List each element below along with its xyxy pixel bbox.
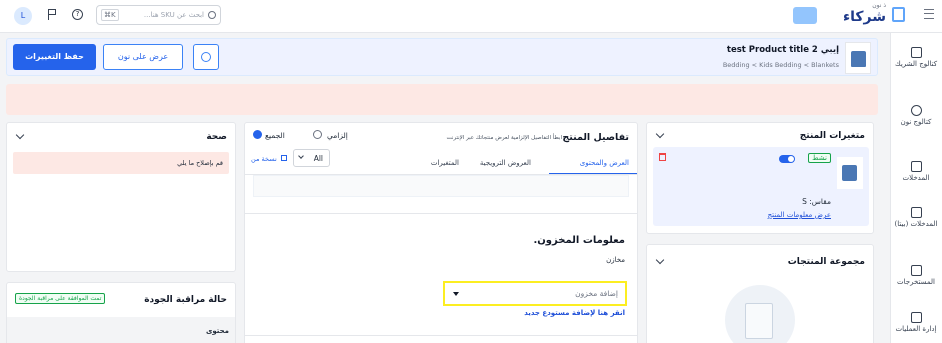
health-card: صحة قم بإصلاح ما يلي [6,122,236,272]
warehouse-label: مخازن [606,256,625,264]
search-box[interactable]: ابحث عن SKU هنا... ⌘K [96,5,221,25]
health-alert: قم بإصلاح ما يلي [13,152,229,174]
help-icon[interactable]: ? [72,9,83,20]
copy-from-button[interactable]: نسخة من [251,155,287,163]
workflow-icon [910,312,922,323]
history-button[interactable] [193,44,219,70]
store-icon [910,47,922,58]
quality-row-label: محتوى [205,327,229,335]
inventory-title: معلومات المخزون. [533,235,625,246]
flag-icon[interactable] [48,9,58,20]
sidebar-item-noon-catalog[interactable]: كتالوج نون [890,105,942,126]
sidebar-item-label: كتالوج الشريك [894,60,938,68]
inbox-icon [910,161,922,172]
chevron-down-icon [298,153,304,159]
product-group-title: مجموعة المنتجات [787,257,865,267]
tshirt-icon [851,51,866,67]
all-select-value: All [313,154,323,163]
chevron-down-icon[interactable] [655,129,665,139]
health-alert-text: قم بإصلاح ما يلي [177,159,223,167]
section-divider [245,213,637,214]
sidebar-item-label: المستخرجات [897,278,935,286]
tag-icon [910,105,922,116]
menu-icon[interactable] [924,9,934,19]
product-group-card: مجموعة المنتجات [646,244,874,343]
tab-promotions[interactable]: العروض الترويجية [480,159,531,167]
all-select[interactable]: All [293,149,330,167]
sidebar-item-label: إدارة العمليات [895,325,937,333]
product-title: إيبي test Product title 2 [726,45,839,55]
noon-logo-icon [892,7,905,22]
details-subtitle: ابطأ التفاصيل الإلزامية لعرض منتجاتك عبر… [446,135,562,141]
tshirt-icon [842,165,857,181]
filter-required-radio[interactable] [313,130,322,139]
new-warehouse-link[interactable]: انقر هنا لإضافة مستودع جديد [524,309,625,317]
sidebar-item-exports[interactable]: المستخرجات [890,265,942,286]
sidebar-item-label: المدخلات (بيتا) [894,220,938,228]
top-bar: ذ نون شركاء ابحث عن SKU هنا... ⌘K ? L [0,0,942,33]
filter-all-label: الجميع [265,131,285,140]
sidebar-item-label: المدخلات [902,174,930,182]
info-strip [253,175,629,197]
copy-icon [280,155,287,161]
sidebar-item-partner-catalog[interactable]: كتالوج الشريك [890,47,942,68]
avatar[interactable]: L [14,7,32,25]
export-icon [910,265,922,276]
avatar-letter: L [20,11,26,20]
save-changes-button[interactable]: حفظ التغييرات [13,44,96,70]
health-title: صحة [206,132,227,142]
quality-badge: تمت الموافقة على مراقبة الجودة [15,293,106,304]
quality-card: حالة مراقبة الجودة تمت الموافقة على مراق… [6,282,236,343]
filter-required-label: إلزامي [327,131,348,140]
logo-text: شركاء [842,9,886,25]
filter-all-radio[interactable] [253,130,262,139]
details-title: تفاصيل المنتج [562,132,629,143]
empty-state-illustration [725,285,795,343]
view-product-info-link[interactable]: عرض معلومات المنتج [768,211,831,219]
chevron-down-icon[interactable] [15,130,25,140]
caret-down-icon [453,292,459,296]
sidebar: كتالوج الشريك كتالوج نون المدخلات المدخل… [890,33,942,343]
tab-display-content[interactable]: العرض والمحتوى [580,159,629,167]
chevron-down-icon[interactable] [655,255,665,265]
variant-size: مقاس: S [802,197,831,206]
copy-from-label: نسخة من [251,155,277,163]
tab-variants[interactable]: المتغيرات [431,159,459,167]
product-thumbnail [845,42,871,74]
history-icon [201,52,211,62]
document-icon [745,303,773,339]
product-breadcrumb[interactable]: Bedding < Kids Bedding < Blankets [723,61,839,69]
store-avatar[interactable] [793,7,817,24]
status-badge: نشط [808,153,831,163]
sidebar-item-inputs[interactable]: المدخلات [890,161,942,182]
logo-small-text: ذ نون [872,2,886,9]
delete-icon[interactable] [659,153,666,161]
warehouse-select-placeholder: إضافة مخزون [575,289,618,298]
variants-card: متغيرات المنتج نشط مقاس: S عرض معلومات ا… [646,122,874,234]
variant-thumbnail [837,157,863,189]
variants-title: متغيرات المنتج [799,131,865,141]
search-shortcut: ⌘K [101,9,119,21]
search-icon [208,11,216,19]
inbox-beta-icon [910,207,922,218]
warehouse-select[interactable]: إضافة مخزون [443,281,627,306]
variant-toggle[interactable] [779,155,795,163]
sidebar-item-operations[interactable]: إدارة العمليات [890,312,942,333]
sidebar-item-inputs-beta[interactable]: المدخلات (بيتا) [890,207,942,228]
alert-strip [6,84,878,115]
quality-title: حالة مراقبة الجودة [144,295,227,305]
view-on-noon-button[interactable]: عرض على نون [103,44,183,70]
bottom-divider [245,335,637,336]
quality-row: محتوى [7,317,235,343]
product-details-card: تفاصيل المنتج ابطأ التفاصيل الإلزامية لع… [244,122,638,343]
sidebar-item-label: كتالوج نون [900,118,932,126]
variant-item: نشط مقاس: S عرض معلومات المنتج [653,147,869,226]
search-input[interactable]: ابحث عن SKU هنا... [144,11,204,19]
product-header: إيبي test Product title 2 Bedding < Kids… [6,38,878,76]
